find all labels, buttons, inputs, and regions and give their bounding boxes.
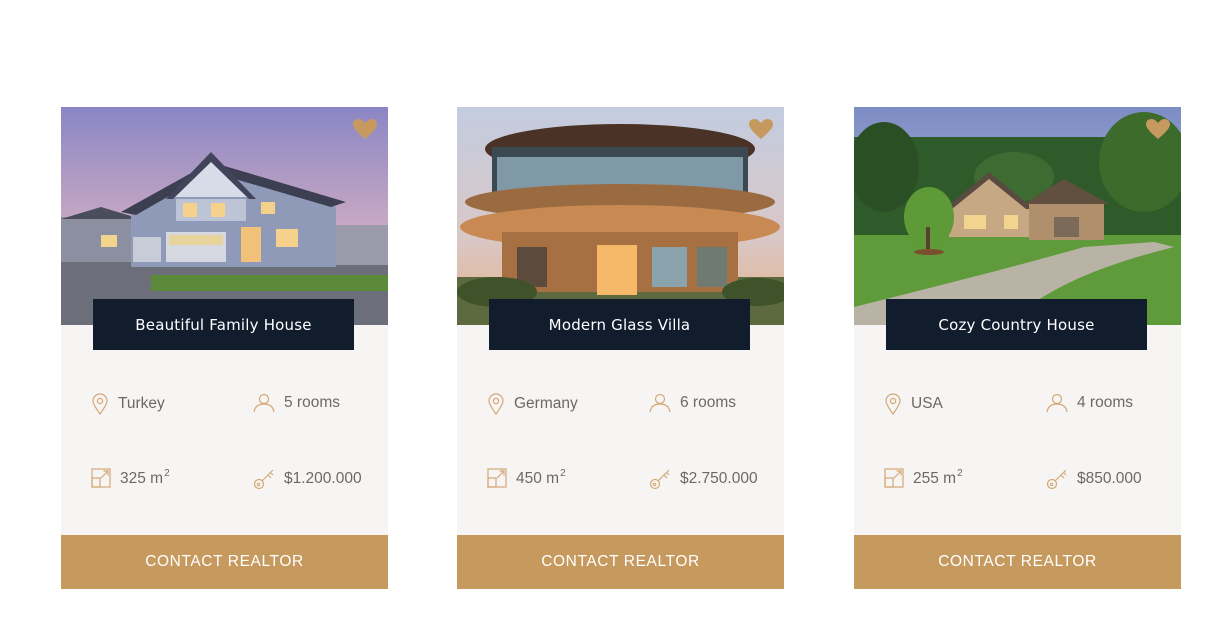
price: $1.200.000 — [253, 468, 362, 490]
heart-icon[interactable] — [1145, 118, 1171, 140]
area-icon — [487, 468, 507, 488]
property-photo[interactable] — [61, 107, 388, 325]
location-text: USA — [911, 395, 943, 412]
user-icon — [649, 393, 671, 413]
price: $850.000 — [1046, 468, 1142, 490]
area-icon — [91, 468, 111, 488]
area-text: 255 m2 — [913, 468, 963, 487]
rooms-text: 5 rooms — [284, 394, 340, 411]
price: $2.750.000 — [649, 468, 758, 490]
user-icon — [253, 393, 275, 413]
rooms-text: 6 rooms — [680, 394, 736, 411]
map-pin-icon — [92, 393, 108, 415]
rooms: 6 rooms — [649, 393, 736, 413]
property-title[interactable]: Modern Glass Villa — [489, 299, 750, 350]
area: 450 m2 — [487, 468, 566, 488]
contact-realtor-button[interactable]: CONTACT REALTOR — [61, 535, 388, 589]
location: Germany — [487, 393, 578, 415]
price-text: $850.000 — [1077, 470, 1142, 487]
rooms: 4 rooms — [1046, 393, 1133, 413]
property-card: Cozy Country House USA 4 rooms 255 m2 $8… — [854, 107, 1181, 589]
user-icon — [1046, 393, 1068, 413]
location-text: Turkey — [118, 395, 165, 412]
heart-icon[interactable] — [748, 118, 774, 140]
rooms-text: 4 rooms — [1077, 394, 1133, 411]
location-text: Germany — [514, 395, 578, 412]
price-text: $2.750.000 — [680, 470, 758, 487]
key-icon — [1046, 469, 1067, 490]
contact-realtor-button[interactable]: CONTACT REALTOR — [457, 535, 784, 589]
location: Turkey — [91, 393, 165, 415]
area: 255 m2 — [884, 468, 963, 488]
heart-icon[interactable] — [352, 118, 378, 140]
property-title[interactable]: Beautiful Family House — [93, 299, 354, 350]
map-pin-icon — [488, 393, 504, 415]
property-title[interactable]: Cozy Country House — [886, 299, 1147, 350]
property-photo[interactable] — [457, 107, 784, 325]
property-card: Beautiful Family House Turkey 5 rooms 32… — [61, 107, 388, 589]
area-text: 450 m2 — [516, 468, 566, 487]
property-photo[interactable] — [854, 107, 1181, 325]
rooms: 5 rooms — [253, 393, 340, 413]
contact-realtor-button[interactable]: CONTACT REALTOR — [854, 535, 1181, 589]
key-icon — [649, 469, 670, 490]
key-icon — [253, 469, 274, 490]
area: 325 m2 — [91, 468, 170, 488]
area-icon — [884, 468, 904, 488]
area-text: 325 m2 — [120, 468, 170, 487]
map-pin-icon — [885, 393, 901, 415]
property-card: Modern Glass Villa Germany 6 rooms 450 m… — [457, 107, 784, 589]
location: USA — [884, 393, 943, 415]
price-text: $1.200.000 — [284, 470, 362, 487]
